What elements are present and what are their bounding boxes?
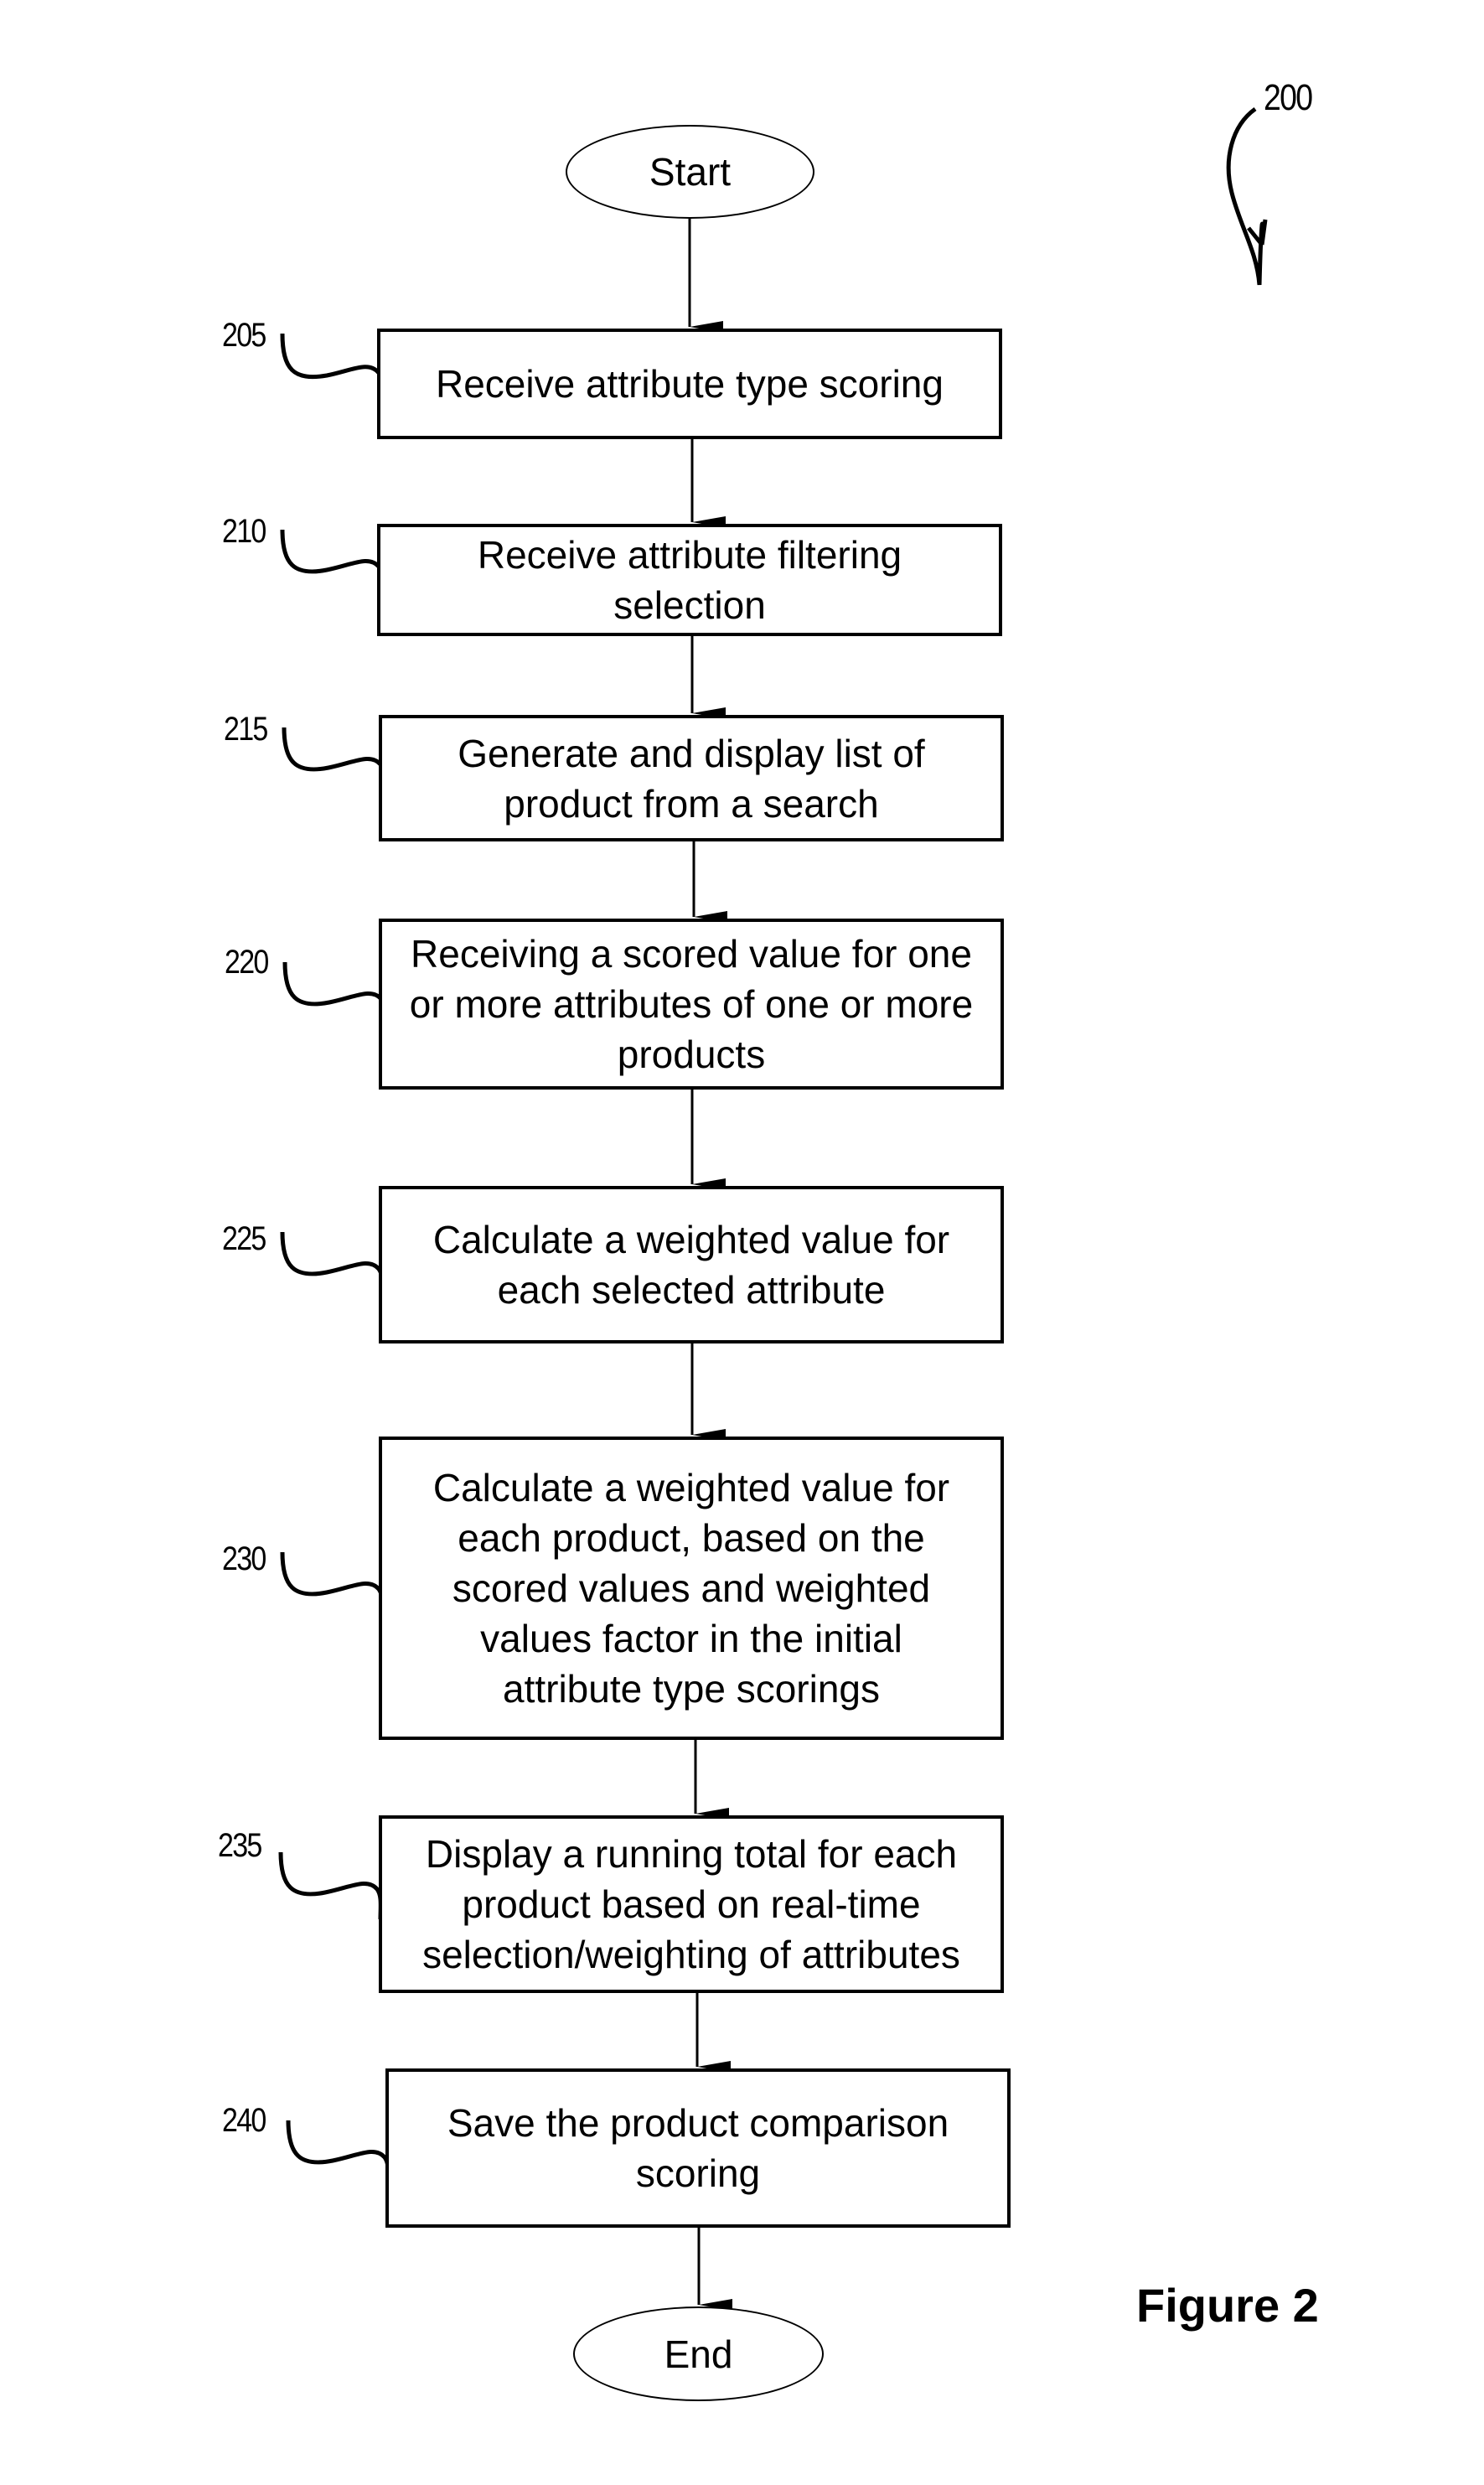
step-210-text: Receive attribute filtering selection [477, 533, 902, 627]
reference-200-arrowhead [1247, 219, 1268, 246]
step-215-box: Generate and display list of product fro… [379, 715, 1004, 841]
start-label: Start [649, 150, 732, 194]
end-terminal: End [573, 2306, 824, 2401]
step-230-box: Calculate a weighted value for each prod… [379, 1437, 1004, 1740]
step-235-box: Display a running total for each product… [379, 1815, 1004, 1993]
step-205-ref: 205 [222, 317, 266, 354]
leader-225 [280, 1231, 385, 1300]
step-215-text: Generate and display list of product fro… [458, 731, 925, 826]
step-225-ref: 225 [222, 1220, 266, 1257]
leader-205 [280, 333, 385, 403]
step-220-box: Receiving a scored value for one or more… [379, 919, 1004, 1090]
step-240-box: Save the product comparison scoring [385, 2068, 1011, 2228]
step-220-ref: 220 [225, 944, 269, 981]
step-240-ref: 240 [222, 2102, 266, 2139]
reference-200-arrow [1226, 106, 1264, 286]
step-230-text: Calculate a weighted value for each prod… [432, 1466, 950, 1711]
step-235-ref: 235 [218, 1827, 262, 1864]
step-240-text: Save the product comparison scoring [447, 2101, 949, 2195]
leader-230 [280, 1551, 385, 1620]
leader-210 [280, 529, 385, 598]
step-230-ref: 230 [222, 1540, 266, 1577]
step-205-box: Receive attribute type scoring [377, 329, 1002, 439]
leader-215 [282, 727, 386, 795]
figure-label: Figure 2 [1136, 2279, 1319, 2332]
end-label: End [664, 2332, 733, 2376]
leader-235 [278, 1851, 383, 1920]
step-225-text: Calculate a weighted value for each sele… [432, 1218, 950, 1312]
step-225-box: Calculate a weighted value for each sele… [379, 1186, 1004, 1343]
step-220-text: Receiving a scored value for one or more… [409, 932, 974, 1076]
step-210-box: Receive attribute filtering selection [377, 524, 1002, 636]
step-205-text: Receive attribute type scoring [436, 362, 944, 406]
leader-240 [286, 2120, 390, 2188]
figure-reference-number: 200 [1264, 77, 1313, 118]
step-215-ref: 215 [224, 711, 268, 748]
start-terminal: Start [566, 125, 814, 219]
step-235-text: Display a running total for each product… [422, 1832, 960, 1976]
step-210-ref: 210 [222, 513, 266, 550]
leader-220 [282, 961, 387, 1030]
